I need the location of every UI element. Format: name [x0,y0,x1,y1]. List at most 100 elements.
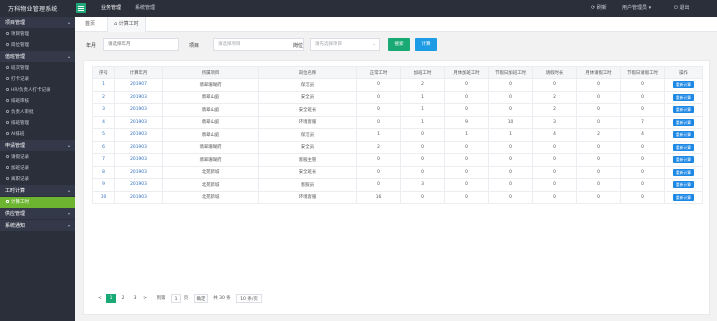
prev-page-button[interactable]: < [96,294,104,303]
chevron-up-icon: ▴ [67,54,70,59]
column-header: 正常工时 [356,66,401,79]
square-icon [6,200,9,203]
recalc-button[interactable]: 重新计算 [672,118,695,126]
goto-confirm-button[interactable]: 确定 [194,294,208,303]
sidebar-section-hours[interactable]: 工时计算 ▴ [0,185,75,197]
recalc-button[interactable]: 重新计算 [672,168,695,176]
sidebar-item-approval[interactable]: 负责人审批 [0,107,75,118]
sidebar-item-label: 加班记录 [11,166,29,171]
table-cell: 0 [356,165,401,179]
next-page-button[interactable]: > [141,294,149,303]
column-header: 岗位名称 [258,66,357,79]
total-count: 共 30 条 [213,296,231,301]
user-menu[interactable]: 用户管理员 ▾ [622,4,651,11]
table-cell: 16 [356,190,401,204]
sidebar-item-position[interactable]: 岗位管理 [0,40,75,51]
table-cell: 201903 [114,103,163,117]
position-select[interactable]: 请先选择项目 ⌄ [310,38,380,51]
sidebar-item-leave[interactable]: 请假记录 [0,152,75,163]
sidebar-item-ai-schedule[interactable]: AI排班 [0,129,75,140]
sidebar-item-resign[interactable]: 离职记录 [0,174,75,185]
sidebar-item-clockin[interactable]: 打卡记录 [0,74,75,85]
search-button[interactable]: 搜索 [388,38,410,51]
table-cell: 重新计算 [664,115,703,129]
table-cell: 0 [532,190,577,204]
recalc-button[interactable]: 重新计算 [672,156,695,164]
table-cell: 环境客服 [258,115,357,129]
table-cell: 0 [532,178,577,192]
tab-home[interactable]: 首页 [79,17,101,32]
sidebar-item-calc-hours[interactable]: 计算工时 [0,197,75,208]
table-cell: 客服主管 [258,153,357,167]
table-cell: 翡翠山庭 [162,103,259,117]
recalc-button[interactable]: 重新计算 [672,131,695,139]
sidebar-section-project[interactable]: 项目管理 ▴ [0,17,75,29]
sidebar-section-notice[interactable]: 系统通知 ▾ [0,220,75,232]
table-cell: 安全员 [258,140,357,154]
recalc-button[interactable]: 重新计算 [672,181,695,189]
table-cell: 0 [356,178,401,192]
table-cell: 201903 [114,165,163,179]
recalc-button[interactable]: 重新计算 [672,143,695,151]
tab-calc-hours[interactable]: ⌂ 计算工时 [107,17,146,32]
table-cell: 2 [356,140,401,154]
logout-link[interactable]: ⏻ 退出 [674,4,690,11]
sidebar-item-label: 负责人审批 [11,110,34,115]
recalc-button[interactable]: 重新计算 [672,106,695,114]
goto-page-input[interactable]: 1 [171,294,181,303]
table-cell: 重新计算 [664,153,703,167]
table-cell: 保洁员 [258,78,357,92]
project-select[interactable]: 请选择项目 ⌄ [213,38,304,51]
table-cell: 0 [620,103,665,117]
table-cell: 0 [488,90,533,104]
sidebar-item-label: 离职记录 [11,177,29,182]
topnav-system[interactable]: 系统管理 [135,4,155,11]
table-cell: 翡翠珊瑚府 [162,153,259,167]
sidebar-item-hr-clockin[interactable]: HR/负责人打卡记录 [0,85,75,96]
month-input[interactable] [103,38,179,51]
refresh-link[interactable]: ⟳ 刷新 [591,4,607,11]
sidebar-item-schedule-review[interactable]: 排班审核 [0,96,75,107]
chevron-down-icon: ⌄ [372,42,376,47]
sidebar-item-schedule[interactable]: 排班管理 [0,118,75,129]
section-label: 系统通知 [5,223,26,229]
table-cell: 10 [92,190,115,204]
section-label: 申请管理 [5,143,26,149]
table-cell: 安全员 [258,90,357,104]
table-cell: 1 [488,128,533,142]
table-cell: 201903 [114,90,163,104]
topnav-business[interactable]: 业务管理 [101,4,121,11]
table-cell: 安全班长 [258,165,357,179]
table-cell: 0 [576,178,621,192]
recalc-button[interactable]: 重新计算 [672,81,695,89]
page-1-button[interactable]: 1 [106,294,116,303]
chevron-up-icon: ▴ [67,20,70,25]
chevron-up-icon: ▴ [67,143,70,148]
page-2-button[interactable]: 2 [118,294,128,303]
recalc-button[interactable]: 重新计算 [672,193,695,201]
page-size-select[interactable]: 10 条/页 [236,294,262,303]
sidebar-section-application[interactable]: 申请管理 ▴ [0,140,75,152]
menu-toggle-icon[interactable] [76,3,86,13]
sidebar-item-shift[interactable]: 班次管理 [0,63,75,74]
table-cell: 0 [488,153,533,167]
table-cell: 3 [92,103,115,117]
sidebar-section-duty[interactable]: 值班管理 ▴ [0,51,75,63]
sidebar-item-overtime[interactable]: 加班记录 [0,163,75,174]
sidebar-section-supply[interactable]: 供应管理 ▾ [0,208,75,220]
calc-button[interactable]: 计算 [415,38,437,51]
column-header: 计算年月 [114,66,163,79]
goto-label: 到第 [156,296,166,301]
table-cell: 重新计算 [664,90,703,104]
recalc-button[interactable]: 重新计算 [672,93,695,101]
page-3-button[interactable]: 3 [130,294,140,303]
sidebar-item-label: 计算工时 [11,200,29,205]
results-panel: 序号 计算年月 所属项目 岗位名称 正常工时 加班工时 月休加班工时 节假日加班… [83,60,710,315]
sidebar-item-label: 请假记录 [11,155,29,160]
sidebar-item-project[interactable]: 项目管理 [0,29,75,40]
table-cell: 0 [576,153,621,167]
column-header: 节假日请假工时 [620,66,665,79]
table-cell: 201903 [114,153,163,167]
section-label: 项目管理 [5,20,26,26]
table-cell: 0 [576,78,621,92]
